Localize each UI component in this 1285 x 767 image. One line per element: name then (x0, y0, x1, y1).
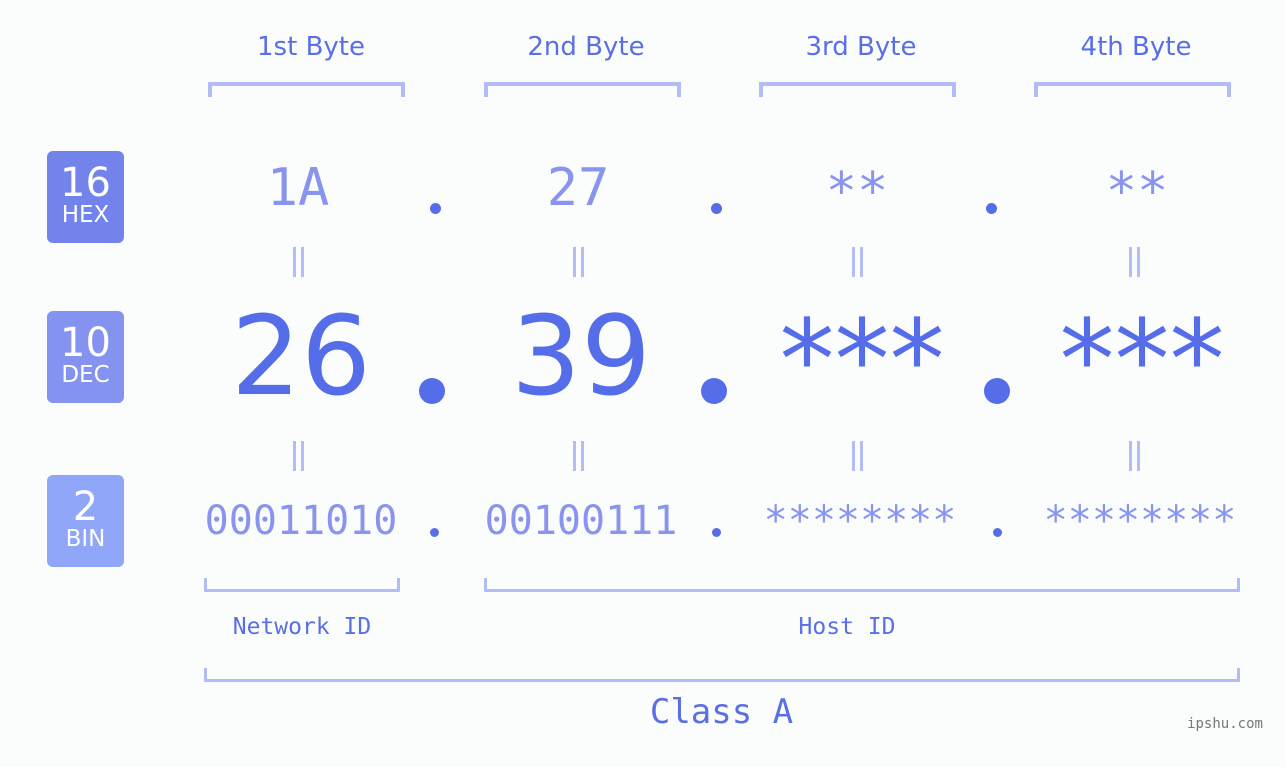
bin-badge-number: 2 (72, 484, 99, 530)
bin-value-2: 00100111 (484, 498, 678, 544)
class-bracket (204, 668, 1240, 682)
class-label: Class A (649, 692, 794, 732)
hex-separator-dot-2 (711, 203, 722, 214)
host-id-label: Host ID (798, 614, 896, 640)
equals-marker (1128, 247, 1142, 277)
network-id-label: Network ID (232, 614, 372, 640)
bin-badge: 2 BIN (47, 475, 124, 567)
equals-marker (1128, 441, 1142, 471)
host-id-bracket (484, 578, 1240, 592)
hex-value-4: ** (1105, 162, 1169, 222)
byte-bracket-2 (484, 82, 681, 97)
dec-separator-dot-1 (419, 378, 445, 404)
bin-separator-dot-2 (712, 528, 721, 537)
hex-value-1: 1A (266, 158, 330, 218)
equals-marker (851, 247, 865, 277)
byte-bracket-3 (759, 82, 956, 97)
dec-separator-dot-3 (984, 378, 1010, 404)
dec-value-1: 26 (231, 292, 371, 420)
dec-badge: 10 DEC (47, 311, 124, 403)
equals-marker (292, 247, 306, 277)
dec-badge-label: DEC (61, 362, 110, 388)
hex-value-2: 27 (546, 158, 610, 218)
dec-badge-number: 10 (60, 320, 111, 366)
equals-marker (292, 441, 306, 471)
dec-value-4: *** (1059, 296, 1225, 424)
dec-separator-dot-2 (701, 378, 727, 404)
dec-value-3: *** (779, 296, 945, 424)
hex-badge-label: HEX (61, 202, 110, 228)
bin-value-4: ******** (1043, 498, 1237, 544)
watermark: ipshu.com (1187, 716, 1263, 732)
byte-header-1: 1st Byte (257, 32, 365, 62)
hex-value-3: ** (825, 162, 889, 222)
network-id-bracket (204, 578, 400, 592)
hex-separator-dot-3 (986, 203, 997, 214)
dec-value-2: 39 (511, 292, 651, 420)
bin-value-3: ******** (763, 498, 957, 544)
equals-marker (851, 441, 865, 471)
equals-marker (572, 441, 586, 471)
hex-separator-dot-1 (430, 203, 441, 214)
bin-badge-label: BIN (65, 526, 106, 552)
byte-bracket-1 (208, 82, 405, 97)
byte-header-4: 4th Byte (1080, 32, 1192, 62)
hex-badge-number: 16 (60, 160, 111, 206)
byte-header-2: 2nd Byte (527, 32, 645, 62)
bin-value-1: 00011010 (204, 498, 398, 544)
byte-bracket-4 (1034, 82, 1231, 97)
bin-separator-dot-3 (993, 528, 1002, 537)
hex-badge: 16 HEX (47, 151, 124, 243)
equals-marker (572, 247, 586, 277)
byte-header-3: 3rd Byte (805, 32, 917, 62)
bin-separator-dot-1 (430, 528, 439, 537)
